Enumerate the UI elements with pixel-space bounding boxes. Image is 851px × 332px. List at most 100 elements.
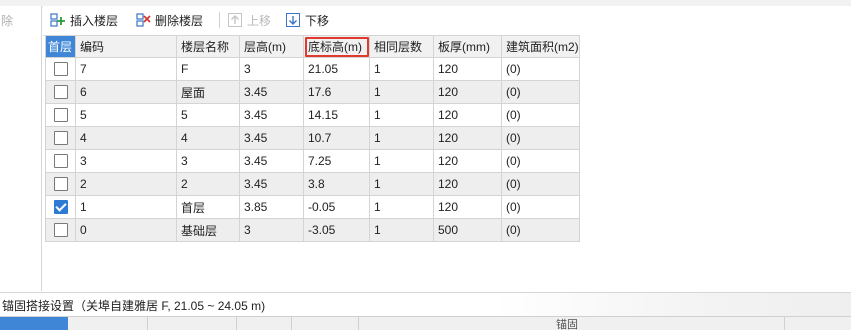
cell-bottom-elevation[interactable]: 14.15 [303,103,370,127]
first-floor-checkbox[interactable] [53,154,68,169]
first-floor-cell[interactable] [45,195,76,219]
cell-floor-height[interactable]: 3 [239,218,304,242]
cell-building-area[interactable]: (0) [501,195,580,219]
cell-building-area[interactable]: (0) [501,126,580,150]
cell-slab-thickness[interactable]: 120 [433,126,502,150]
col-header-bottom-elevation[interactable]: 底标高(m) [303,35,370,58]
cell-code[interactable]: 5 [75,103,177,127]
cell-bottom-elevation[interactable]: 3.8 [303,172,370,196]
col-header-floor-name[interactable]: 楼层名称 [176,35,240,58]
col-header-same-floors[interactable]: 相同层数 [369,35,434,58]
cell-bottom-elevation[interactable]: 7.25 [303,149,370,173]
move-down-button[interactable]: 下移 [285,11,329,29]
cell-bottom-elevation[interactable]: 21.05 [303,57,370,81]
cell-floor-height[interactable]: 3.45 [239,103,304,127]
col-header-slab-thickness[interactable]: 板厚(mm) [433,35,502,58]
cell-building-area[interactable]: (0) [501,57,580,81]
cell-floor-name[interactable]: 基础层 [176,218,240,242]
cell-same-floors[interactable]: 1 [369,80,434,104]
table-row[interactable]: 7 F 3 21.05 1 120 (0) [45,57,580,81]
cell-floor-height[interactable]: 3.45 [239,80,304,104]
first-floor-checkbox[interactable] [53,131,68,146]
cell-floor-height[interactable]: 3.45 [239,172,304,196]
col-header-building-area[interactable]: 建筑面积(m2) [501,35,580,58]
first-floor-checkbox[interactable] [53,177,68,192]
first-floor-checkbox[interactable] [53,85,68,100]
first-floor-cell[interactable] [45,126,76,150]
cell-floor-height[interactable]: 3 [239,57,304,81]
bottom-tab[interactable] [147,317,237,330]
cell-same-floors[interactable]: 1 [369,172,434,196]
cell-slab-thickness[interactable]: 120 [433,195,502,219]
cell-code[interactable]: 6 [75,80,177,104]
cell-slab-thickness[interactable]: 120 [433,57,502,81]
insert-floor-label: 插入楼层 [70,13,119,28]
col-header-floor-height[interactable]: 层高(m) [239,35,304,58]
cell-floor-name[interactable]: 首层 [176,195,240,219]
insert-floor-button[interactable]: 插入楼层 [50,11,118,29]
cell-floor-height[interactable]: 3.45 [239,126,304,150]
cell-code[interactable]: 0 [75,218,177,242]
table-row[interactable]: 2 2 3.45 3.8 1 120 (0) [45,172,580,196]
cell-building-area[interactable]: (0) [501,80,580,104]
cell-bottom-elevation[interactable]: -3.05 [303,218,370,242]
cell-floor-name[interactable]: 3 [176,149,240,173]
table-row[interactable]: 1 首层 3.85 -0.05 1 120 (0) [45,195,580,219]
cell-same-floors[interactable]: 1 [369,149,434,173]
bottom-tab[interactable] [291,317,359,330]
cell-same-floors[interactable]: 1 [369,57,434,81]
cell-slab-thickness[interactable]: 120 [433,80,502,104]
table-row[interactable]: 0 基础层 3 -3.05 1 500 (0) [45,218,580,242]
cell-floor-name[interactable]: 4 [176,126,240,150]
first-floor-checkbox[interactable] [53,223,68,238]
table-row[interactable]: 5 5 3.45 14.15 1 120 (0) [45,103,580,127]
cell-bottom-elevation[interactable]: 17.6 [303,80,370,104]
arrow-up-icon [227,12,243,28]
delete-floor-button[interactable]: 删除楼层 [135,11,203,29]
cell-same-floors[interactable]: 1 [369,218,434,242]
cell-building-area[interactable]: (0) [501,172,580,196]
bottom-anchor-label: 锚固 [556,319,578,331]
first-floor-checkbox[interactable] [53,200,68,215]
cell-code[interactable]: 4 [75,126,177,150]
cell-same-floors[interactable]: 1 [369,126,434,150]
cell-same-floors[interactable]: 1 [369,195,434,219]
cell-building-area[interactable]: (0) [501,103,580,127]
bottom-tab[interactable] [236,317,292,330]
first-floor-cell[interactable] [45,80,76,104]
cell-code[interactable]: 1 [75,195,177,219]
col-header-code[interactable]: 编码 [75,35,177,58]
cell-bottom-elevation[interactable]: 10.7 [303,126,370,150]
table-row[interactable]: 4 4 3.45 10.7 1 120 (0) [45,126,580,150]
cell-slab-thickness[interactable]: 120 [433,172,502,196]
move-up-button[interactable]: 上移 [227,11,271,29]
bottom-tab[interactable] [68,317,148,330]
cell-floor-height[interactable]: 3.45 [239,149,304,173]
cell-floor-name[interactable]: 5 [176,103,240,127]
cell-slab-thickness[interactable]: 120 [433,103,502,127]
cell-slab-thickness[interactable]: 120 [433,149,502,173]
col-header-first-floor[interactable]: 首层 [45,35,76,58]
cell-bottom-elevation[interactable]: -0.05 [303,195,370,219]
first-floor-cell[interactable] [45,103,76,127]
table-row[interactable]: 6 屋面 3.45 17.6 1 120 (0) [45,80,580,104]
first-floor-cell[interactable] [45,149,76,173]
cell-code[interactable]: 7 [75,57,177,81]
cell-floor-name[interactable]: 2 [176,172,240,196]
bottom-tab-active[interactable] [0,317,68,330]
cell-code[interactable]: 2 [75,172,177,196]
cell-same-floors[interactable]: 1 [369,103,434,127]
cell-floor-name[interactable]: F [176,57,240,81]
cell-floor-height[interactable]: 3.85 [239,195,304,219]
cell-building-area[interactable]: (0) [501,218,580,242]
first-floor-cell[interactable] [45,57,76,81]
first-floor-checkbox[interactable] [53,108,68,123]
cell-floor-name[interactable]: 屋面 [176,80,240,104]
first-floor-checkbox[interactable] [53,62,68,77]
first-floor-cell[interactable] [45,172,76,196]
cell-slab-thickness[interactable]: 500 [433,218,502,242]
table-row[interactable]: 3 3 3.45 7.25 1 120 (0) [45,149,580,173]
cell-code[interactable]: 3 [75,149,177,173]
first-floor-cell[interactable] [45,218,76,242]
cell-building-area[interactable]: (0) [501,149,580,173]
